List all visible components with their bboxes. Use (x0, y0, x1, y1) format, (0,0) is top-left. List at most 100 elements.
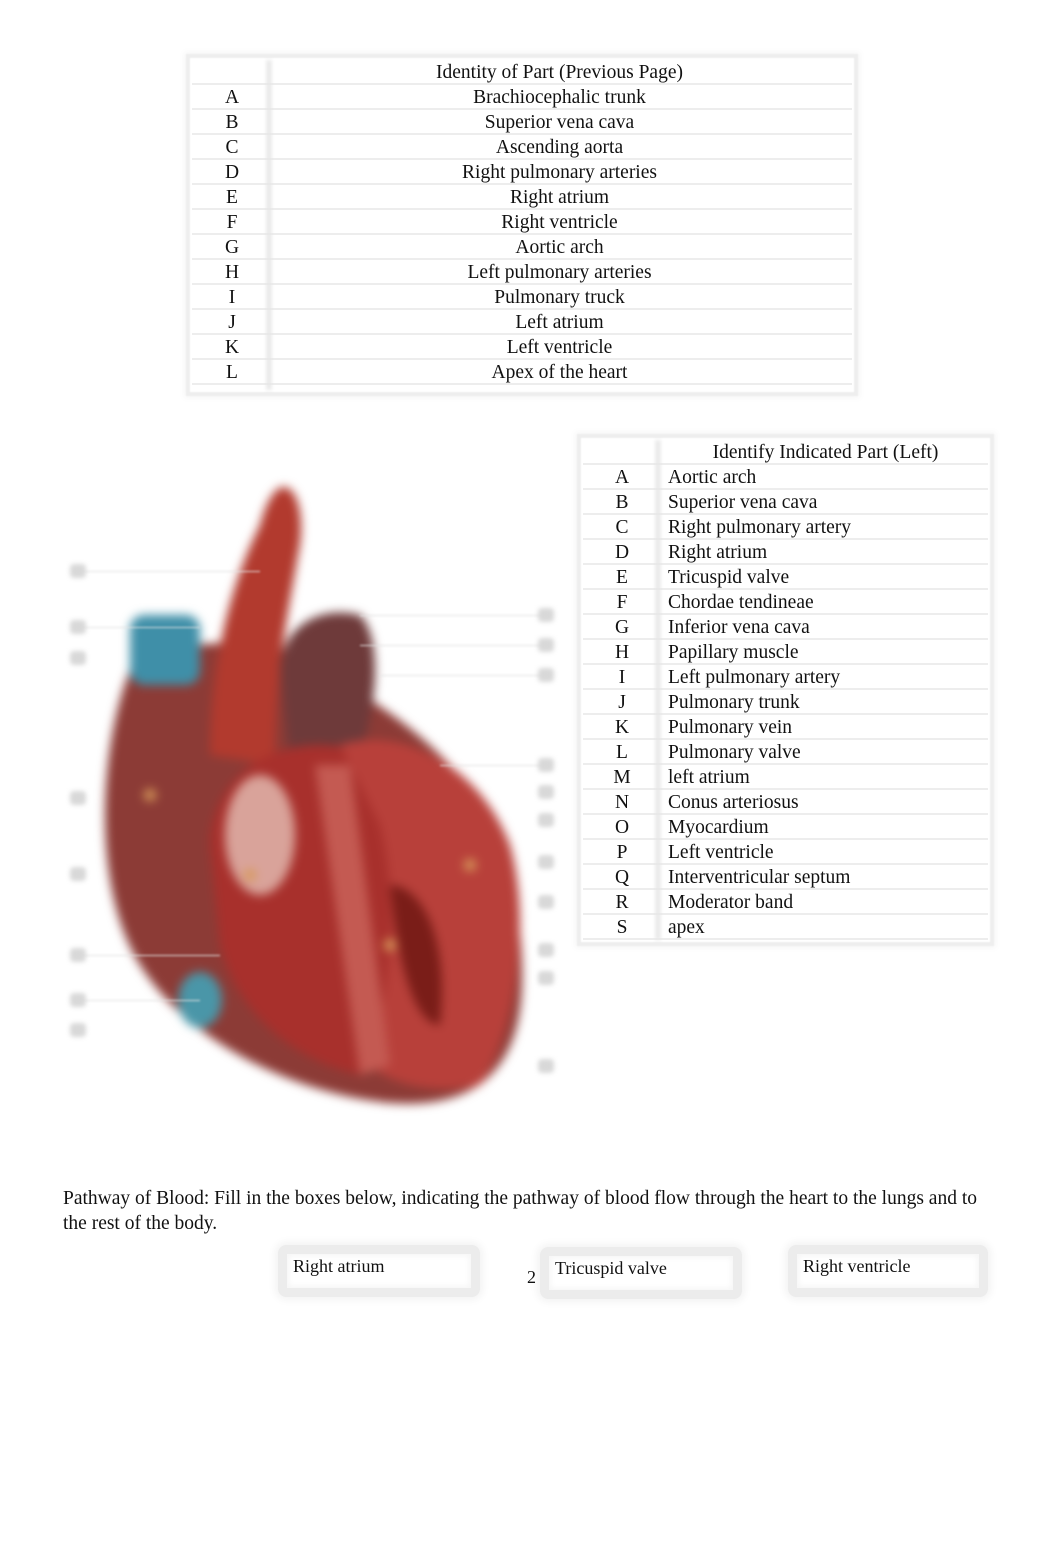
row-part-name: Pulmonary truck (494, 287, 625, 308)
table-row: I Left pulmonary artery (583, 665, 988, 690)
heart-diagram (60, 465, 565, 1115)
table-row: F Right ventricle (192, 210, 852, 235)
table-row: A Aortic arch (583, 465, 988, 490)
row-part-name: Chordae tendineae (668, 592, 814, 613)
heart-illustration (105, 486, 523, 1104)
row-letter: D (224, 162, 240, 183)
label-marker (538, 785, 554, 799)
leader-line (440, 765, 545, 766)
table-row: B Superior vena cava (583, 490, 988, 515)
row-part-name: apex (668, 917, 705, 938)
table-row: Q Interventricular septum (583, 865, 988, 890)
label-marker (70, 564, 86, 578)
label-marker (70, 791, 86, 805)
label-marker (538, 855, 554, 869)
row-part-name: Brachiocephalic trunk (473, 87, 646, 108)
row-letter: A (614, 467, 630, 488)
row-letter: I (228, 287, 236, 308)
table-row: B Superior vena cava (192, 110, 852, 135)
pathway-box-text: Right ventricle (803, 1256, 911, 1276)
pathway-box-2[interactable]: Tricuspid valve (540, 1247, 742, 1299)
row-part-name: Right pulmonary artery (668, 517, 852, 538)
row-part-name: Aortic arch (515, 237, 604, 258)
row-letter: Q (614, 867, 630, 888)
row-part-name: Superior vena cava (484, 112, 635, 133)
row-part-name: Left pulmonary artery (668, 667, 841, 688)
table-row: D Right atrium (583, 540, 988, 565)
row-letter: D (614, 542, 630, 563)
table-row: L Pulmonary valve (583, 740, 988, 765)
row-part-name: Right pulmonary arteries (462, 162, 657, 183)
table-row: R Moderator band (583, 890, 988, 915)
row-letter: E (226, 187, 238, 208)
row-letter: A (224, 87, 240, 108)
table-row: F Chordae tendineae (583, 590, 988, 615)
row-part-name: Papillary muscle (668, 642, 799, 663)
row-letter: L (616, 742, 628, 763)
label-marker (70, 1023, 86, 1037)
label-marker (538, 1059, 554, 1073)
row-part-name: Inferior vena cava (668, 617, 810, 638)
table-row: O Myocardium (583, 815, 988, 840)
label-marker (70, 993, 86, 1007)
table-row: A Brachiocephalic trunk (192, 85, 852, 110)
row-part-name: Tricuspid valve (668, 567, 790, 588)
leader-line (360, 615, 545, 616)
table-row: I Pulmonary truck (192, 285, 852, 310)
label-marker (538, 971, 554, 985)
row-part-name: Moderator band (668, 892, 794, 913)
row-letter: F (226, 212, 238, 233)
row-letter: F (616, 592, 628, 613)
table-row: J Pulmonary trunk (583, 690, 988, 715)
indicated-part-table: Identify Indicated Part (Left) A Aortic a… (577, 434, 994, 946)
table-row: J Left atrium (192, 310, 852, 335)
table-row: D Right pulmonary arteries (192, 160, 852, 185)
row-letter: H (614, 642, 630, 663)
table-row: K Left ventricle (192, 335, 852, 360)
label-marker (538, 758, 554, 772)
row-letter: G (224, 237, 240, 258)
row-part-name: left atrium (668, 767, 750, 788)
leader-line (80, 571, 260, 572)
table-header-row: Identify Indicated Part (Left) (583, 440, 988, 465)
row-letter: I (618, 667, 626, 688)
row-letter: B (225, 112, 239, 133)
row-letter: L (226, 362, 238, 383)
pathway-box-text: Tricuspid valve (555, 1258, 667, 1278)
pathway-box-3[interactable]: Right ventricle (788, 1245, 988, 1297)
row-part-name: Left atrium (515, 312, 604, 333)
row-part-name: Pulmonary trunk (668, 692, 800, 713)
table-row: L Apex of the heart (192, 360, 852, 385)
label-marker (538, 638, 554, 652)
row-part-name: Left ventricle (668, 842, 774, 863)
label-marker (70, 867, 86, 881)
row-part-name: Left pulmonary arteries (467, 262, 652, 283)
label-marker (70, 620, 86, 634)
pathway-box-1[interactable]: Right atrium (278, 1245, 480, 1297)
right-atrium-opening (225, 775, 295, 895)
table-row: E Right atrium (192, 185, 852, 210)
row-part-name: Myocardium (668, 817, 769, 838)
leader-line (360, 645, 545, 646)
row-part-name: Pulmonary vein (668, 717, 793, 738)
row-letter: S (616, 917, 628, 938)
leader-line (80, 627, 200, 628)
table-row: C Right pulmonary artery (583, 515, 988, 540)
table-header: Identity of Part (Previous Page) (436, 62, 683, 83)
page-number: 2 (527, 1267, 536, 1287)
pathway-box-text: Right atrium (293, 1256, 385, 1276)
row-letter: R (615, 892, 629, 913)
row-part-name: Right atrium (509, 187, 610, 208)
row-letter: O (614, 817, 630, 838)
table-header-row: Identity of Part (Previous Page) (192, 60, 852, 85)
row-letter: K (224, 337, 240, 358)
identity-of-part-table: Identity of Part (Previous Page) A Brachi… (186, 54, 858, 396)
row-part-name: Interventricular septum (668, 867, 851, 888)
table-row: Sapex (583, 915, 988, 940)
table-row: P Left ventricle (583, 840, 988, 865)
row-part-name: Right atrium (668, 542, 768, 563)
row-letter: P (616, 842, 628, 863)
label-marker (70, 651, 86, 665)
row-part-name: Left ventricle (506, 337, 613, 358)
row-letter: B (615, 492, 629, 513)
